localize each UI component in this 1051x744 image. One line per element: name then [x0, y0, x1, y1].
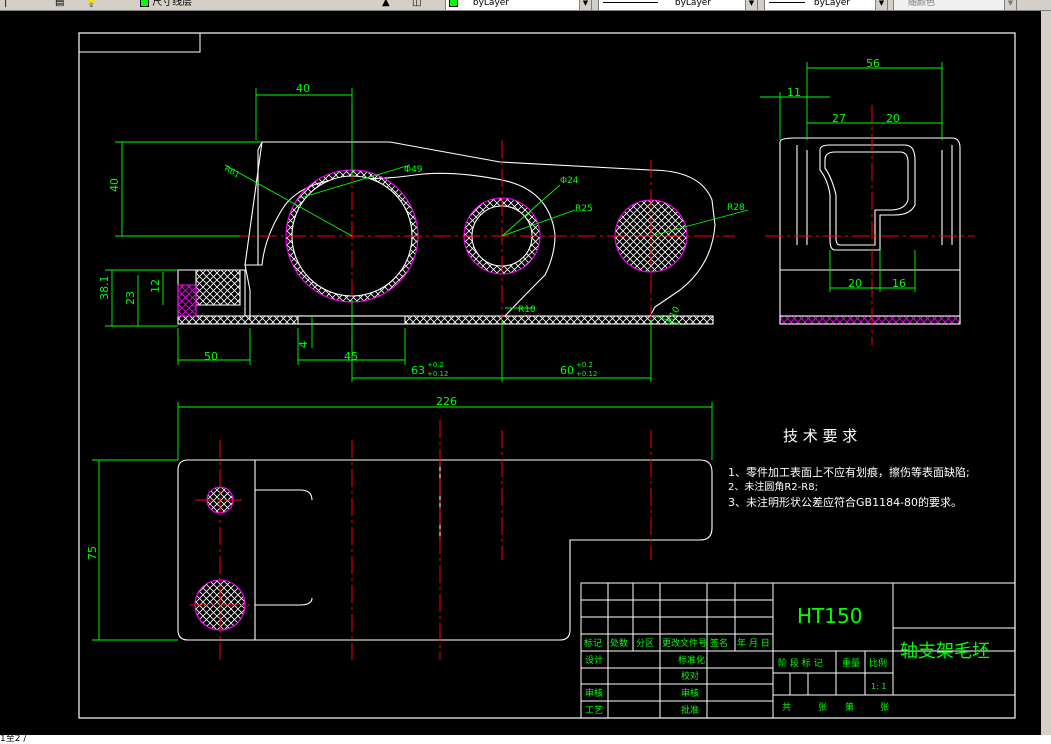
- tb-page: 第: [845, 701, 854, 713]
- tb-change-doc: 更改文件号: [662, 637, 707, 649]
- layer-manager-icon[interactable]: ▤: [55, 0, 64, 10]
- layer-combo[interactable]: 尺寸线层: [140, 0, 192, 10]
- notes-line2: 2、未注圆角R2-R8;: [728, 480, 818, 493]
- lineweight-preview: [769, 2, 805, 3]
- linetype-combo[interactable]: byLayer ▼: [598, 0, 758, 10]
- dim-23: 23: [124, 291, 137, 305]
- lineweight-combo[interactable]: byLayer ▼: [764, 0, 888, 10]
- tb-mark: 标记: [584, 637, 602, 649]
- dim-phi24: Φ24: [560, 176, 579, 186]
- left-boss-magenta: [177, 284, 197, 317]
- technical-notes: 技 术 要 求 1、零件加工表面上不应有划痕，擦伤等表面缺陷; 2、未注圆角R2…: [728, 427, 970, 509]
- left-boss-hatch: [195, 269, 241, 306]
- dim-56: 56: [866, 57, 880, 70]
- dim-r10-a: R10: [518, 305, 536, 315]
- tb-sheets: 张: [818, 702, 827, 713]
- dim-20-bottom: 20: [848, 277, 862, 290]
- tb-process: 工艺: [585, 705, 603, 716]
- dim-r25: R25: [575, 204, 593, 214]
- tol-63-upper: +0.2: [427, 361, 444, 369]
- make-current-layer-icon[interactable]: ▲: [382, 0, 390, 10]
- lineweight-combo-value: byLayer: [813, 0, 851, 8]
- drawing-canvas[interactable]: 40 40 38.1 23 12 50 45 4 63 +0.2 +0.12 6…: [0, 11, 1051, 735]
- tb-design: 设计: [585, 654, 603, 666]
- notes-line3: 3、未注明形状公差应符合GB1184-80的要求。: [728, 495, 962, 509]
- toolbar-grip: |: [4, 0, 8, 8]
- tb-proofread: 校对: [681, 670, 699, 682]
- linetype-combo-value: byLayer: [674, 0, 712, 8]
- dim-38: 38.1: [98, 276, 111, 301]
- tb-approve: 批准: [681, 704, 699, 716]
- side-dim-labels: 56 11 27 20 20 16: [787, 57, 906, 290]
- dim-r61: R61: [223, 164, 241, 180]
- base-hatch: [178, 316, 713, 324]
- command-line[interactable]: 1至2 /: [0, 735, 1051, 744]
- top-view: [177, 459, 713, 641]
- top-dim-labels: 226 75: [86, 395, 457, 560]
- command-line-text: 1至2 /: [0, 735, 27, 744]
- dim-4: 4: [297, 341, 310, 348]
- dim-50: 50: [204, 350, 218, 363]
- tb-standardize: 标准化: [678, 654, 705, 666]
- chevron-down-icon[interactable]: ▼: [875, 0, 887, 10]
- color-combo[interactable]: byLayer ▼: [445, 0, 592, 10]
- layer-name: 尺寸线层: [152, 0, 193, 8]
- cad-drawing: 40 40 38.1 23 12 50 45 4 63 +0.2 +0.12 6…: [78, 32, 1016, 719]
- color-swatch: [449, 0, 458, 7]
- plotstyle-combo[interactable]: 随颜色 ▼: [893, 0, 1017, 10]
- color-combo-value: byLayer: [472, 0, 510, 8]
- chevron-down-icon[interactable]: ▼: [1004, 0, 1016, 10]
- dim-27: 27: [832, 112, 846, 125]
- side-view: [779, 137, 961, 325]
- part-name: 轴支架毛坯: [900, 641, 990, 662]
- dim-12: 12: [149, 279, 162, 293]
- title-block-text: HT150 轴支架毛坯 标记 处数 分区 更改文件号 签名 年 月 日 设计 标…: [584, 604, 990, 716]
- tb-zone: 分区: [636, 638, 654, 649]
- tb-date: 年 月 日: [737, 637, 770, 649]
- material-label: HT150: [797, 604, 862, 628]
- tol-60-upper: +0.2: [576, 361, 593, 369]
- dim-45: 45: [344, 350, 358, 363]
- dim-20-top: 20: [886, 112, 900, 125]
- tb-total: 共: [782, 702, 791, 713]
- layer-previous-icon[interactable]: ◫: [412, 0, 421, 10]
- vertical-scrollbar[interactable]: [1041, 11, 1051, 735]
- tol-63-lower: +0.12: [427, 370, 448, 378]
- tb-weight: 重量: [842, 657, 860, 669]
- tb-review: 审核: [681, 687, 699, 699]
- chevron-down-icon[interactable]: ▼: [579, 0, 591, 10]
- notes-title: 技 术 要 求: [783, 427, 857, 445]
- dim-11: 11: [787, 86, 801, 99]
- dim-63: 63: [411, 364, 425, 377]
- layer-toolbar: | ▤ 💡 尺寸线层 ▲ ◫ byLayer ▼ byLayer ▼ byLay…: [0, 0, 1051, 11]
- dim-40-top: 40: [296, 82, 310, 95]
- top-dimensions: [92, 402, 713, 641]
- plotstyle-combo-value: 随颜色: [908, 0, 936, 8]
- tb-count: 处数: [610, 637, 628, 649]
- front-lower-left: [244, 264, 251, 320]
- dim-r28: R28: [727, 203, 745, 213]
- tb-sheet2: 张: [880, 702, 889, 713]
- dim-phi49: Φ49: [404, 165, 423, 175]
- tol-60-lower: +0.12: [576, 370, 597, 378]
- notes-line1: 1、零件加工表面上不应有划痕，擦伤等表面缺陷;: [728, 465, 970, 479]
- chevron-down-icon[interactable]: ▼: [745, 0, 757, 10]
- layer-color-swatch: [140, 0, 149, 7]
- dim-40-left: 40: [108, 178, 121, 192]
- dim-75: 75: [86, 546, 99, 560]
- dim-226: 226: [436, 395, 457, 408]
- dim-16: 16: [892, 277, 906, 290]
- linetype-preview: [603, 2, 658, 3]
- tb-scale: 比例: [869, 657, 887, 669]
- tb-scale-value: 1: 1: [871, 682, 886, 691]
- tb-stage-mark: 阶 段 标 记: [778, 657, 823, 669]
- tb-check: 审核: [585, 687, 603, 699]
- tb-sign: 签名: [710, 637, 728, 649]
- light-bulb-icon[interactable]: 💡: [85, 0, 97, 10]
- corner-box: [78, 32, 201, 53]
- dim-60: 60: [560, 364, 574, 377]
- front-view: [177, 141, 716, 325]
